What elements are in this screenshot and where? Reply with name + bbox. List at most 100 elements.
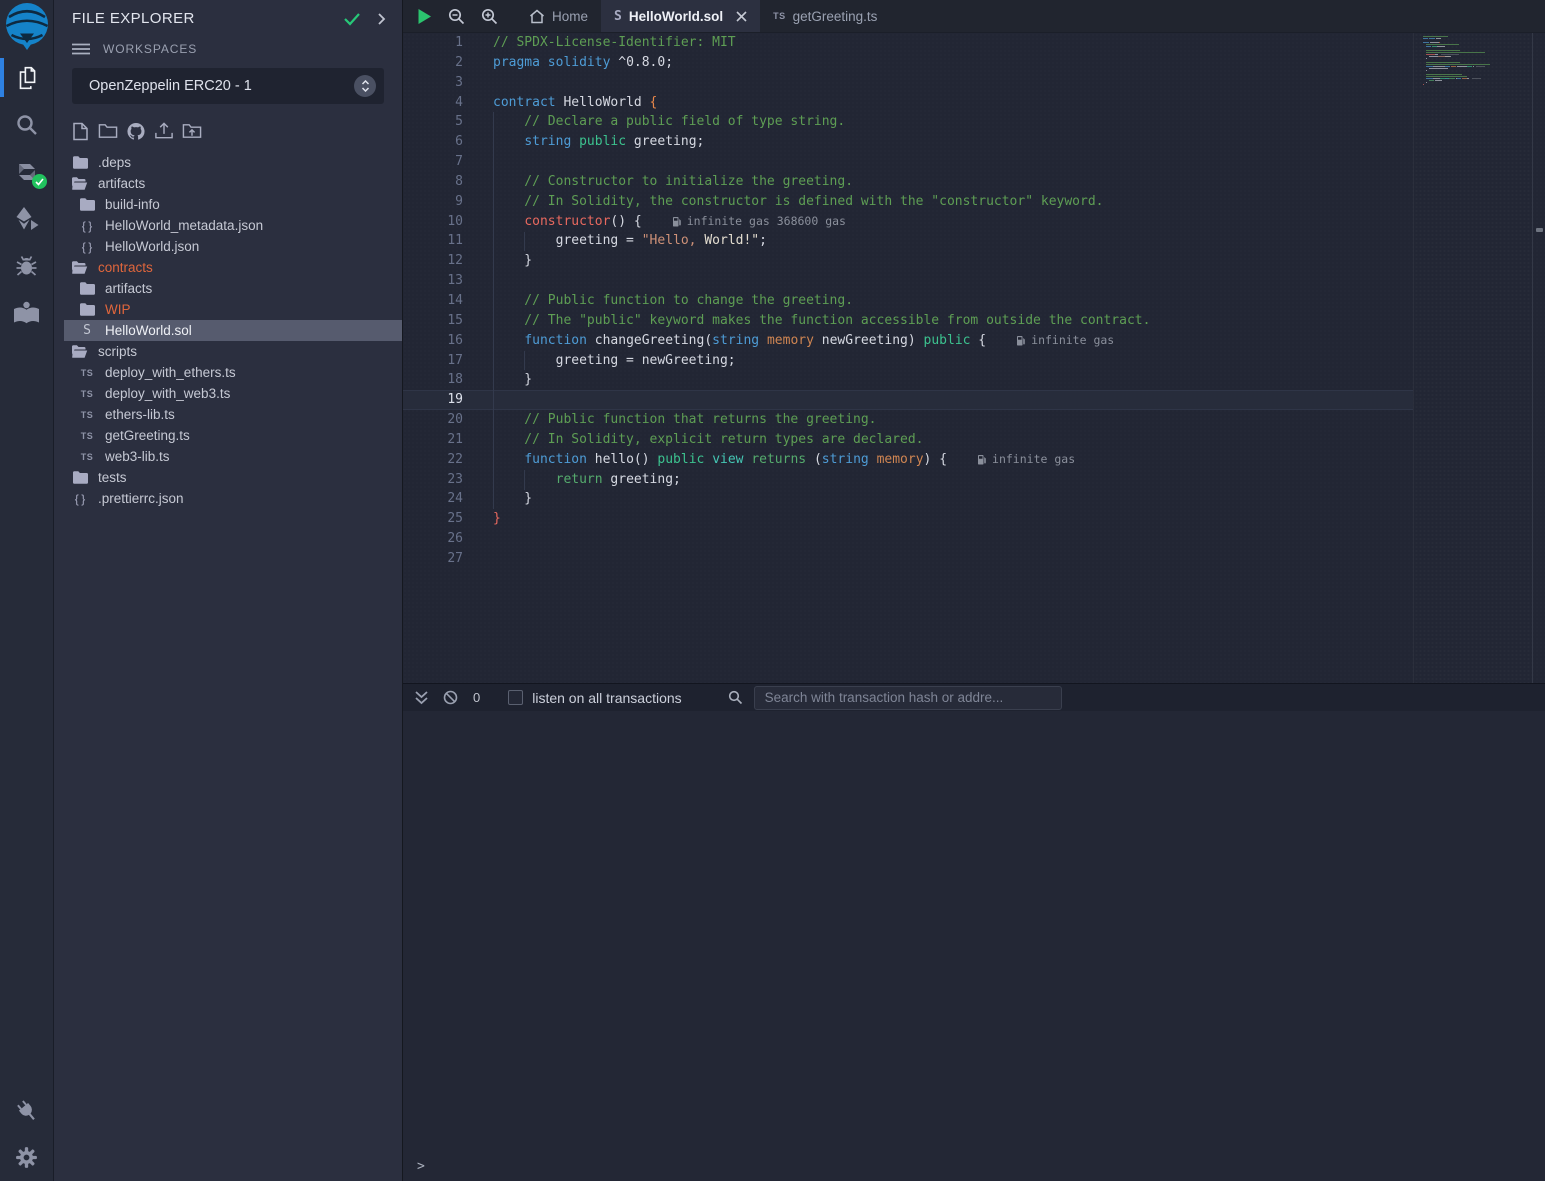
tree-item-artifacts[interactable]: artifacts <box>54 173 402 194</box>
code-line[interactable]: 1// SPDX-License-Identifier: MIT <box>403 33 1413 53</box>
solidity-icon: S <box>79 323 95 338</box>
new-file-icon[interactable] <box>70 121 90 141</box>
activity-plugin-icon[interactable] <box>0 1087 54 1134</box>
line-content: // Public function to change the greetin… <box>493 291 853 311</box>
code-line[interactable]: 20 // Public function that returns the g… <box>403 410 1413 430</box>
line-content: contract HelloWorld { <box>493 93 657 113</box>
tab-getgreeting-ts[interactable]: TSgetGreeting.ts <box>760 0 890 32</box>
tree-item-ethers-lib-ts[interactable]: TSethers-lib.ts <box>54 404 402 425</box>
code-line[interactable]: 8 // Constructor to initialize the greet… <box>403 172 1413 192</box>
run-icon[interactable] <box>417 8 432 25</box>
activity-settings-icon[interactable] <box>0 1134 54 1181</box>
overview-ruler[interactable] <box>1535 33 1545 683</box>
tree-item-contracts[interactable]: contracts <box>54 257 402 278</box>
code-line[interactable]: 13 <box>403 271 1413 291</box>
tree-item-label: deploy_with_ethers.ts <box>105 365 236 380</box>
activity-file-explorer-icon[interactable] <box>0 54 54 101</box>
code-line[interactable]: 26 <box>403 529 1413 549</box>
activity-search-icon[interactable] <box>0 101 54 148</box>
tree-item--deps[interactable]: .deps <box>54 152 402 173</box>
activity-deploy-run-icon[interactable] <box>0 195 54 242</box>
code-line[interactable]: 12 } <box>403 251 1413 271</box>
line-number: 26 <box>403 529 463 549</box>
panel-title: FILE EXPLORER <box>72 10 343 27</box>
workspaces-row: WORKSPACES <box>72 42 402 56</box>
tree-item-helloworld-json[interactable]: { }HelloWorld.json <box>54 236 402 257</box>
tree-item-label: HelloWorld_metadata.json <box>105 218 263 233</box>
scrollbar-thumb[interactable] <box>1536 228 1543 232</box>
workspaces-menu-icon[interactable] <box>72 43 90 55</box>
clear-console-icon[interactable] <box>443 690 458 705</box>
code-line[interactable]: 25} <box>403 509 1413 529</box>
code-line[interactable]: 7 <box>403 152 1413 172</box>
code-line[interactable]: 22 function hello() public view returns … <box>403 450 1413 470</box>
code-line[interactable]: 24 } <box>403 489 1413 509</box>
new-folder-icon[interactable] <box>98 121 118 141</box>
tree-item-helloworld-sol[interactable]: SHelloWorld.sol <box>54 320 402 341</box>
line-content: greeting = "Hello, World!"; <box>493 231 767 251</box>
code-line[interactable]: 5 // Declare a public field of type stri… <box>403 112 1413 132</box>
minimap[interactable] <box>1413 33 1533 683</box>
code-line[interactable]: 2pragma solidity ^0.8.0; <box>403 53 1413 73</box>
tree-item--prettierrc-json[interactable]: { }.prettierrc.json <box>54 488 402 509</box>
code-line[interactable]: 17 greeting = newGreeting; <box>403 351 1413 371</box>
remix-logo-icon[interactable] <box>0 0 54 54</box>
code-line[interactable]: 21 // In Solidity, explicit return types… <box>403 430 1413 450</box>
tree-item-getgreeting-ts[interactable]: TSgetGreeting.ts <box>54 425 402 446</box>
zoom-in-icon[interactable] <box>481 8 498 25</box>
code-line[interactable]: 23 return greeting; <box>403 470 1413 490</box>
activity-debugger-icon[interactable] <box>0 242 54 289</box>
indent-guide <box>524 470 525 490</box>
code-line[interactable]: 11 greeting = "Hello, World!"; <box>403 231 1413 251</box>
code-line[interactable]: 3 <box>403 73 1413 93</box>
activity-learneth-icon[interactable] <box>0 289 54 336</box>
code-line[interactable]: 15 // The "public" keyword makes the fun… <box>403 311 1413 331</box>
upload-folder-icon[interactable] <box>182 121 202 141</box>
code-line[interactable]: 27 <box>403 549 1413 569</box>
code-line[interactable]: 16 function changeGreeting(string memory… <box>403 331 1413 351</box>
line-content: function hello() public view returns (st… <box>493 450 947 470</box>
upload-file-icon[interactable] <box>154 121 174 141</box>
tree-item-helloworld-metadata-json[interactable]: { }HelloWorld_metadata.json <box>54 215 402 236</box>
line-content: // Constructor to initialize the greetin… <box>493 172 853 192</box>
tab-label: Home <box>552 9 588 24</box>
code-line[interactable]: 18 } <box>403 370 1413 390</box>
code-line[interactable]: 4 contract HelloWorld { <box>403 93 1413 113</box>
code-line[interactable]: 9 // In Solidity, the constructor is def… <box>403 192 1413 212</box>
code-editor[interactable]: 1// SPDX-License-Identifier: MIT2pragma … <box>403 33 1545 683</box>
tree-item-web3-lib-ts[interactable]: TSweb3-lib.ts <box>54 446 402 467</box>
code-line[interactable]: 19 <box>403 390 1413 410</box>
code-line[interactable]: 6 string public greeting; <box>403 132 1413 152</box>
editor-area: Home SHelloWorld.solTSgetGreeting.ts 1// … <box>403 0 1545 1181</box>
tree-item-deploy-with-web3-ts[interactable]: TSdeploy_with_web3.ts <box>54 383 402 404</box>
expand-terminal-icon[interactable] <box>414 690 429 706</box>
close-tab-icon[interactable] <box>736 11 747 22</box>
listen-checkbox[interactable] <box>508 690 523 705</box>
tree-item-label: HelloWorld.json <box>105 239 199 254</box>
tab-home[interactable]: Home <box>516 0 601 32</box>
tree-item-wip[interactable]: WIP <box>54 299 402 320</box>
terminal[interactable]: > <box>403 711 1545 1181</box>
zoom-out-icon[interactable] <box>448 8 465 25</box>
code-line[interactable]: 10 constructor() {infinite gas 368600 ga… <box>403 212 1413 232</box>
workspace-select[interactable]: OpenZeppelin ERC20 - 1 <box>72 68 384 104</box>
activity-solidity-compiler-icon[interactable] <box>0 148 54 195</box>
collapse-chevron-icon[interactable] <box>377 12 386 26</box>
tree-item-tests[interactable]: tests <box>54 467 402 488</box>
tree-item-scripts[interactable]: scripts <box>54 341 402 362</box>
line-number: 6 <box>403 132 463 152</box>
tree-item-build-info[interactable]: build-info <box>54 194 402 215</box>
line-number: 8 <box>403 172 463 192</box>
tabs: Home SHelloWorld.solTSgetGreeting.ts <box>516 0 890 32</box>
terminal-search-icon <box>728 690 743 705</box>
tree-item-artifacts[interactable]: artifacts <box>54 278 402 299</box>
code-line[interactable]: 14 // Public function to change the gree… <box>403 291 1413 311</box>
accept-check-icon[interactable] <box>343 12 361 26</box>
tree-item-deploy-with-ethers-ts[interactable]: TSdeploy_with_ethers.ts <box>54 362 402 383</box>
terminal-search-input[interactable] <box>754 686 1062 710</box>
folder-icon <box>79 198 95 211</box>
line-number: 4 <box>403 93 463 113</box>
tab-helloworld-sol[interactable]: SHelloWorld.sol <box>601 0 760 32</box>
github-icon[interactable] <box>126 121 146 141</box>
terminal-toolbar: 0 listen on all transactions <box>403 683 1545 711</box>
